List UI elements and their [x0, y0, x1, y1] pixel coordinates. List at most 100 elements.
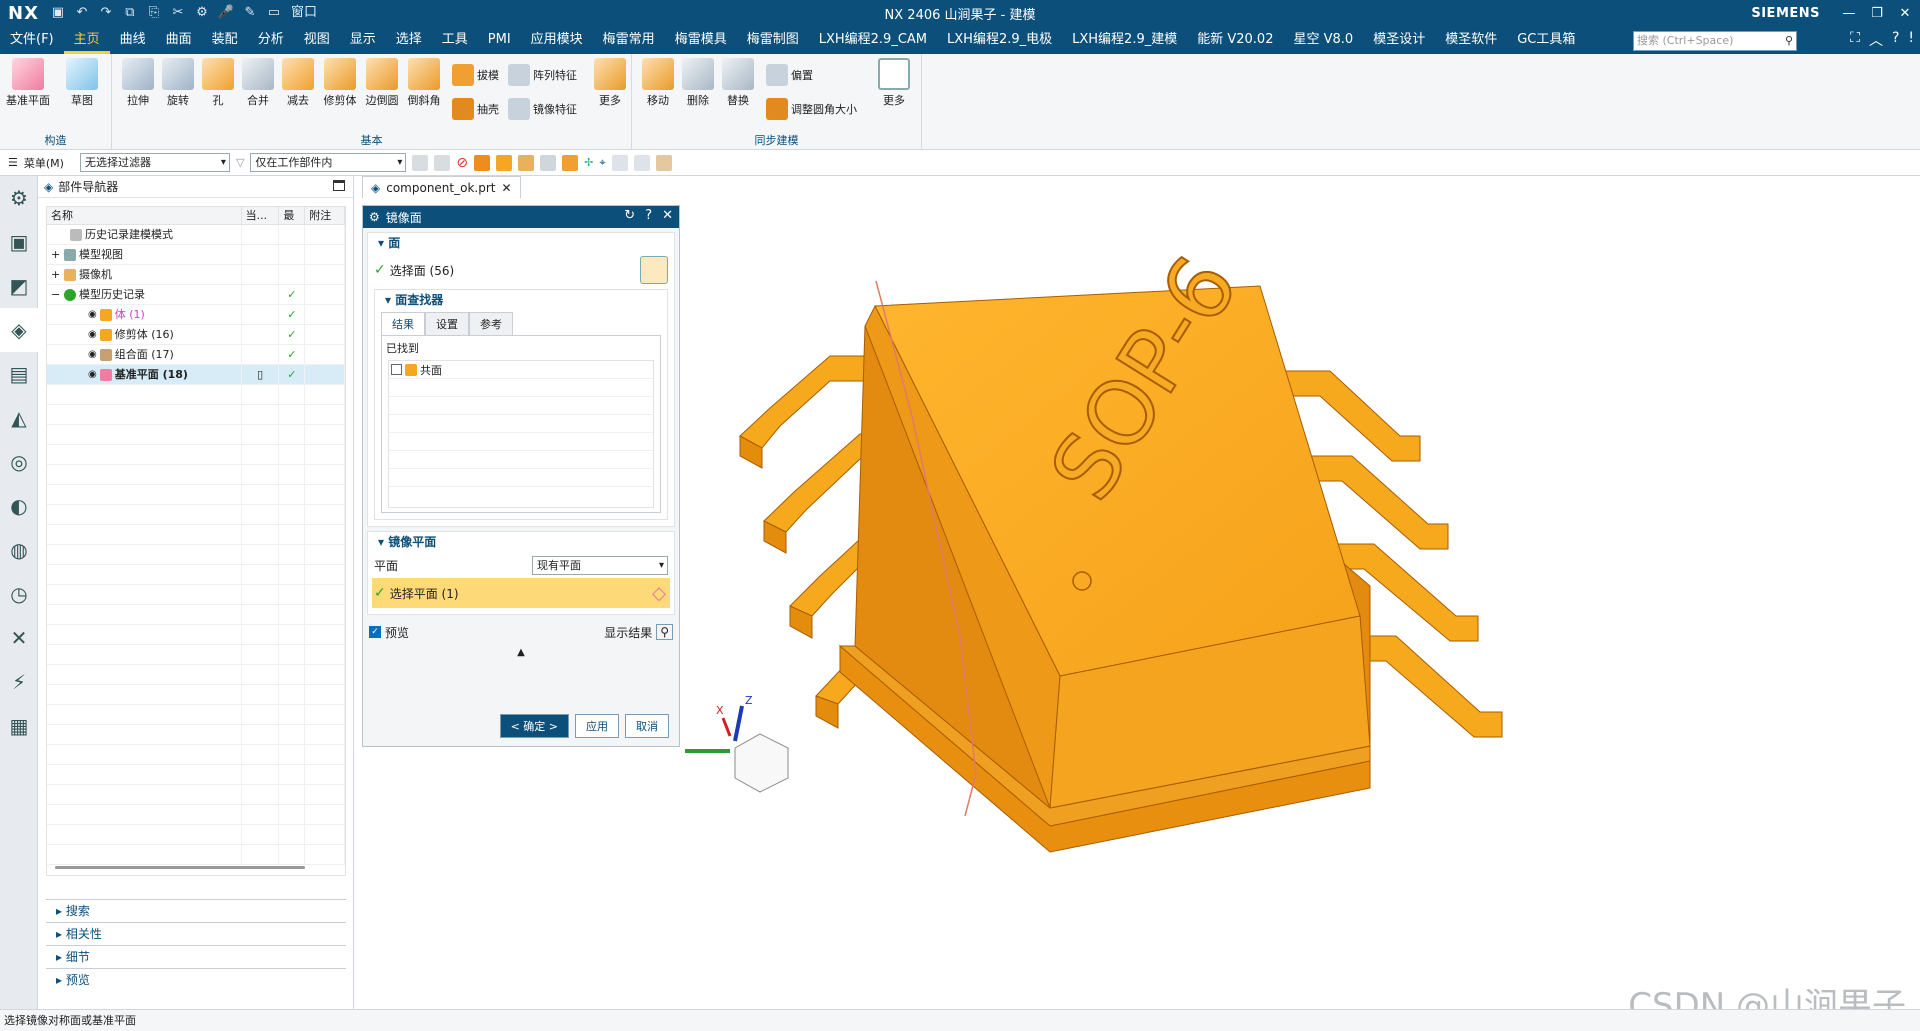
datum-plane-button[interactable]: 基准平面	[6, 54, 50, 108]
curve-filter-icon[interactable]	[562, 154, 579, 171]
history-icon[interactable]: ◐	[0, 484, 38, 528]
draft-button[interactable]: 拔模	[452, 64, 499, 86]
hd3d-icon[interactable]: ◭	[0, 396, 38, 440]
help-icon[interactable]: ?	[1892, 30, 1899, 50]
roles-icon[interactable]: ▦	[0, 704, 38, 748]
tab-close-icon[interactable]: ✕	[501, 177, 511, 199]
tools-icon[interactable]: ✕	[0, 616, 38, 660]
web-browser-icon[interactable]: ◎	[0, 440, 38, 484]
body-filter-icon[interactable]	[540, 154, 557, 171]
menu-item-4[interactable]: 装配	[202, 26, 248, 54]
offset-region-button[interactable]: 偏置	[766, 64, 813, 86]
dialog-close-icon[interactable]: ✕	[662, 208, 673, 223]
expand-icon[interactable]: +	[51, 245, 61, 265]
chamfer-button[interactable]: 倒斜角	[402, 54, 446, 108]
menu-item-14[interactable]: 梅雷制图	[737, 26, 809, 54]
accordion-search[interactable]: ▸ 搜索	[46, 899, 346, 921]
tree-node[interactable]: + 模型视图	[47, 244, 242, 265]
visibility-eye-icon[interactable]: ◉	[88, 345, 97, 365]
apply-button[interactable]: 应用	[575, 714, 619, 738]
maximize-icon[interactable]	[333, 180, 345, 191]
shell-button[interactable]: 抽壳	[452, 98, 499, 120]
menu-item-5[interactable]: 分析	[248, 26, 294, 54]
expand-icon[interactable]: +	[51, 265, 61, 285]
col-name[interactable]: 名称	[47, 207, 242, 224]
window-menu[interactable]: 窗口	[287, 3, 321, 23]
table-row[interactable]: 历史记录建模模式	[47, 224, 345, 245]
reset-icon[interactable]: ↻	[624, 208, 635, 223]
undo-icon[interactable]: ↶	[71, 3, 93, 23]
menu-item-12[interactable]: 梅雷常用	[593, 26, 665, 54]
scope-dropdown[interactable]: 仅在工作部件内	[250, 153, 407, 172]
cancel-button[interactable]: 取消	[625, 714, 669, 738]
restore-icon[interactable]: ❐	[1868, 6, 1886, 21]
table-row[interactable]: − 模型历史记录 ✓	[47, 284, 345, 305]
render-icon[interactable]	[633, 154, 650, 171]
tab-settings[interactable]: 设置	[425, 312, 469, 335]
tree-node[interactable]: ◉ 修剪体 (16)	[47, 324, 242, 345]
table-row[interactable]: + 摄像机	[47, 264, 345, 285]
graphics-window[interactable]: SOP-6 Y Z X	[669, 176, 1920, 1009]
minimize-icon[interactable]: —	[1840, 6, 1858, 21]
face-select-icon[interactable]	[640, 256, 668, 284]
table-row[interactable]: + 模型视图	[47, 244, 345, 265]
face-filter-icon[interactable]	[496, 154, 513, 171]
subtract-button[interactable]: 减去	[276, 54, 320, 108]
menu-item-3[interactable]: 曲面	[156, 26, 202, 54]
select-all-icon[interactable]	[412, 154, 429, 171]
accordion-preview[interactable]: ▸ 预览	[46, 968, 346, 990]
menu-item-22[interactable]: GC工具箱	[1507, 26, 1585, 54]
col-current[interactable]: 当...	[242, 207, 280, 224]
menu-item-20[interactable]: 模圣设计	[1363, 26, 1435, 54]
mirror-plane-header[interactable]: ▾ 镜像平面	[368, 532, 674, 552]
preview-checkbox[interactable]: ✓	[369, 626, 381, 638]
search-icon[interactable]: ⚲	[1785, 32, 1793, 50]
face-section-header[interactable]: ▾ 面	[368, 233, 674, 253]
close-icon[interactable]: ✕	[1896, 6, 1914, 21]
pattern-feature-button[interactable]: 阵列特征	[508, 64, 577, 86]
menu-item-18[interactable]: 能新 V20.02	[1187, 26, 1283, 54]
part-navigator-icon[interactable]: ◈	[0, 308, 38, 352]
menu-item-21[interactable]: 模圣软件	[1435, 26, 1507, 54]
tree-node[interactable]: − 模型历史记录	[47, 284, 242, 305]
menu-item-10[interactable]: PMI	[478, 26, 521, 54]
revolve-button[interactable]: 旋转	[156, 54, 200, 108]
tree-node[interactable]: + 摄像机	[47, 264, 242, 285]
tree-node[interactable]: ◉ 体 (1)	[47, 304, 242, 325]
paste-icon[interactable]: ⎘	[143, 3, 165, 23]
horizontal-scrollbar[interactable]	[55, 866, 305, 869]
settings-icon[interactable]: ⚙	[0, 176, 38, 220]
cut-icon[interactable]: ✂	[167, 3, 189, 23]
dialog-help-icon[interactable]: ?	[645, 208, 652, 223]
more-basic-button[interactable]: 更多	[588, 54, 632, 108]
analysis-icon[interactable]: ⚡	[0, 660, 38, 704]
select-face-row[interactable]: ✓ 选择面 (56)	[368, 253, 674, 287]
table-row[interactable]: ◉ 修剪体 (16) ✓	[47, 324, 345, 345]
ok-button[interactable]: < 确定 >	[499, 714, 569, 738]
reuse-library-icon[interactable]: ▤	[0, 352, 38, 396]
visibility-eye-icon[interactable]: ◉	[88, 325, 97, 345]
save-icon[interactable]: ▣	[47, 3, 69, 23]
menu-item-2[interactable]: 曲线	[110, 26, 156, 54]
snap-point-icon[interactable]: ✢	[584, 156, 593, 169]
globe-icon[interactable]: ◍	[0, 528, 38, 572]
visibility-eye-icon[interactable]: ◉	[88, 305, 97, 325]
menu-item-6[interactable]: 视图	[294, 26, 340, 54]
more-sync-button[interactable]: 更多	[872, 54, 916, 108]
expand-icon[interactable]: −	[51, 285, 61, 305]
feature-filter-icon[interactable]	[518, 154, 535, 171]
table-row[interactable]: ◉ 组合面 (17) ✓	[47, 344, 345, 365]
menu-icon[interactable]: ☰	[8, 156, 18, 169]
trim-body-button[interactable]: 修剪体	[318, 54, 362, 108]
solid-body-filter-icon[interactable]	[474, 154, 491, 171]
visibility-eye-icon[interactable]: ◉	[88, 365, 97, 385]
plane-option-dropdown[interactable]: 现有平面	[532, 555, 668, 575]
menu-item-15[interactable]: LXH编程2.9_CAM	[809, 26, 937, 54]
table-row[interactable]: ◉ 基准平面 (18) ▯ ✓	[47, 364, 345, 385]
shade-icon[interactable]	[655, 154, 672, 171]
mirror-feature-button[interactable]: 镜像特征	[508, 98, 577, 120]
menu-item-17[interactable]: LXH编程2.9_建模	[1062, 26, 1187, 54]
extrude-button[interactable]: 拉伸	[116, 54, 160, 108]
menu-item-11[interactable]: 应用模块	[521, 26, 593, 54]
collapse-arrow-icon[interactable]: ▲	[363, 647, 679, 658]
